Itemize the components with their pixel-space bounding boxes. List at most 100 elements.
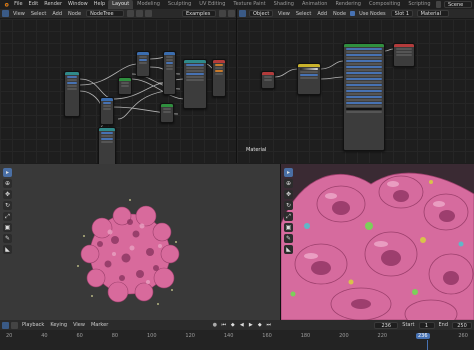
use-nodes-checkbox[interactable] <box>350 11 356 16</box>
viewport-right[interactable]: ▸ ⊕ ✥ ↻ ⤢ ▣ ✎ ◣ <box>281 164 474 320</box>
annotate-tool-right-icon[interactable]: ✎ <box>284 234 293 243</box>
right-menu-add[interactable]: Add <box>314 9 330 18</box>
node-principled-bsdf[interactable] <box>343 43 385 151</box>
left-menu-node[interactable]: Node <box>65 9 84 18</box>
slot-selector[interactable]: Slot 1 <box>390 10 413 17</box>
node-output-1[interactable] <box>212 59 226 97</box>
transform-tool-right-icon[interactable]: ▣ <box>284 223 293 232</box>
tab-animation[interactable]: Animation <box>298 0 332 9</box>
node-green-2[interactable] <box>160 103 174 123</box>
tab-layout[interactable]: Layout <box>108 0 134 9</box>
tab-texture-paint[interactable]: Texture Paint <box>229 0 269 9</box>
node-math-2[interactable] <box>163 51 176 95</box>
node-material-output[interactable] <box>393 43 415 67</box>
rotate-tool-icon[interactable]: ↻ <box>3 201 12 210</box>
node-green-1[interactable] <box>118 77 132 95</box>
right-menu-select[interactable]: Select <box>293 9 314 18</box>
annotate-tool-icon[interactable]: ✎ <box>3 234 12 243</box>
pin-icon[interactable] <box>127 10 135 17</box>
record-icon[interactable]: ● <box>211 321 219 329</box>
timeline-menu-marker[interactable]: Marker <box>88 322 111 328</box>
blender-logo-icon[interactable] <box>3 1 9 8</box>
material-selector[interactable]: Material <box>416 10 449 17</box>
sculpture-object-closeup[interactable] <box>281 164 474 320</box>
transform-tool-icon[interactable]: ▣ <box>3 223 12 232</box>
timeline-menu-view[interactable]: View <box>70 322 88 328</box>
close-icon[interactable] <box>145 10 153 17</box>
left-menu-view[interactable]: View <box>10 9 28 18</box>
node-color-ramp[interactable] <box>297 63 321 95</box>
cursor-tool-icon[interactable]: ⊕ <box>3 179 12 188</box>
left-menu-add[interactable]: Add <box>49 9 65 18</box>
move-tool-right-icon[interactable]: ✥ <box>284 190 293 199</box>
jump-start-icon[interactable]: ⏮ <box>220 321 228 329</box>
node-math-1[interactable] <box>136 51 150 77</box>
right-node-editor-header: Object View Select Add Node Use Nodes Sl… <box>237 9 474 19</box>
right-node-canvas[interactable]: Material <box>237 19 474 163</box>
timeline-menu-playback[interactable]: Playback <box>19 322 47 328</box>
tab-compositing[interactable]: Compositing <box>365 0 404 9</box>
left-menu-select[interactable]: Select <box>28 9 49 18</box>
ruler-ticks: 20 40 60 80 100 120 140 160 180 200 220 … <box>6 333 468 339</box>
end-frame-field[interactable]: 250 <box>452 321 473 329</box>
measure-tool-right-icon[interactable]: ◣ <box>284 245 293 254</box>
menu-edit[interactable]: Edit <box>26 0 42 9</box>
right-menu-node[interactable]: Node <box>330 9 349 18</box>
tab-uv-editing[interactable]: UV Editing <box>195 0 229 9</box>
menu-file[interactable]: File <box>11 0 25 9</box>
editor-type-icon[interactable] <box>2 10 9 17</box>
jump-end-icon[interactable]: ⏭ <box>265 321 273 329</box>
select-tool-icon[interactable]: ▸ <box>3 168 12 177</box>
ruler-tick: 20 <box>6 333 13 339</box>
scale-tool-right-icon[interactable]: ⤢ <box>284 212 293 221</box>
overlay-icon[interactable] <box>219 10 226 17</box>
tab-sculpting[interactable]: Sculpting <box>164 0 195 9</box>
menu-render[interactable]: Render <box>41 0 65 9</box>
playhead-line[interactable] <box>427 340 428 350</box>
tab-shading[interactable]: Shading <box>270 0 298 9</box>
node-teal-2[interactable] <box>98 127 116 167</box>
play-reverse-icon[interactable]: ◀ <box>238 321 246 329</box>
prev-key-icon[interactable]: ◆ <box>229 321 237 329</box>
rotate-tool-right-icon[interactable]: ↻ <box>284 201 293 210</box>
node-teal-1[interactable] <box>64 71 80 117</box>
playhead-frame-label[interactable]: 236 <box>415 333 430 339</box>
sculpture-object-small[interactable] <box>70 192 190 312</box>
tab-scripting[interactable]: Scripting <box>404 0 434 9</box>
timeline-mode-icon[interactable] <box>11 321 18 329</box>
new-icon[interactable] <box>136 10 144 17</box>
node-texture-coord[interactable] <box>261 71 275 89</box>
node-large-1[interactable] <box>183 59 207 109</box>
right-menu-view[interactable]: View <box>275 9 293 18</box>
tab-rendering[interactable]: Rendering <box>331 0 365 9</box>
ruler-tick: 200 <box>339 333 349 339</box>
start-frame-field[interactable]: 1 <box>418 321 435 329</box>
timeline-editor-icon[interactable] <box>2 321 9 329</box>
timeline-header: Playback Keying View Marker ● ⏮ ◆ ◀ ▶ ◆ … <box>0 320 474 330</box>
node-tree-selector[interactable]: NodeTree <box>86 10 125 17</box>
tab-modeling[interactable]: Modeling <box>133 0 164 9</box>
scene-selector[interactable]: Scene <box>443 1 472 8</box>
ruler-tick: 160 <box>262 333 272 339</box>
timeline-menu-keying[interactable]: Keying <box>47 322 70 328</box>
end-label: End <box>438 322 449 328</box>
current-frame-field[interactable]: 236 <box>374 321 399 329</box>
measure-tool-icon[interactable]: ◣ <box>3 245 12 254</box>
node-small-1[interactable] <box>100 97 114 125</box>
select-tool-right-icon[interactable]: ▸ <box>284 168 293 177</box>
timeline-ruler[interactable]: 20 40 60 80 100 120 140 160 180 200 220 … <box>0 330 474 350</box>
next-key-icon[interactable]: ◆ <box>256 321 264 329</box>
snap-icon[interactable] <box>228 10 235 17</box>
play-icon[interactable]: ▶ <box>247 321 255 329</box>
scene-icon <box>435 1 441 8</box>
object-type-selector[interactable]: Object <box>249 10 273 17</box>
viewport-left[interactable]: ▸ ⊕ ✥ ↻ ⤢ ▣ ✎ ◣ <box>0 164 280 320</box>
move-tool-icon[interactable]: ✥ <box>3 190 12 199</box>
scale-tool-icon[interactable]: ⤢ <box>3 212 12 221</box>
cursor-tool-right-icon[interactable]: ⊕ <box>284 179 293 188</box>
examples-menu[interactable]: Examples <box>182 10 216 17</box>
left-node-canvas[interactable] <box>0 19 236 167</box>
menu-window[interactable]: Window <box>65 0 91 9</box>
menu-help[interactable]: Help <box>91 0 108 9</box>
shader-editor-icon[interactable] <box>239 10 246 17</box>
